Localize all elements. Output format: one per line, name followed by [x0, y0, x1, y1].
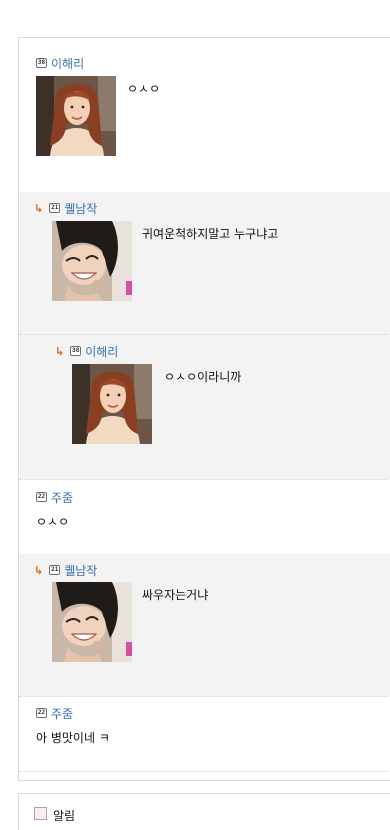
comment-text: 귀여운척하지말고 누구냐고	[142, 227, 279, 241]
comment-text: ㅇㅅㅇ	[127, 82, 161, 96]
author-name[interactable]: 주줌	[51, 489, 73, 506]
reply-arrow-icon: ↳	[55, 344, 65, 358]
comment-author[interactable]: 38 이해리	[36, 55, 84, 72]
comment-item: 38 이해리 ㅇㅅㅇ	[19, 38, 390, 192]
comment-text: 싸우자는거냐	[142, 588, 209, 602]
comment-author[interactable]: ↳ 38 이해리	[55, 343, 118, 360]
avatar	[36, 76, 116, 156]
reply-arrow-icon: ↳	[34, 563, 44, 577]
checkbox-icon[interactable]	[34, 807, 47, 820]
comment-author[interactable]: 22 주줌	[36, 705, 73, 722]
comment-item: ↳ 21 퀠남작 귀여운척하지말고 누구냐고	[19, 192, 390, 335]
comment-author[interactable]: ↳ 21 퀠남작	[34, 200, 97, 217]
level-badge-icon: 38	[70, 346, 82, 356]
comment-author[interactable]: 22 주줌	[36, 489, 73, 506]
comment-author[interactable]: ↳ 21 퀠남작	[34, 562, 97, 579]
author-name[interactable]: 이해리	[51, 55, 84, 72]
level-badge-icon: 21	[49, 203, 61, 213]
author-name[interactable]: 주줌	[51, 705, 73, 722]
comment-footer: 알림	[18, 793, 390, 830]
notify-label[interactable]: 알림	[53, 807, 75, 824]
level-badge-icon: 22	[36, 492, 47, 502]
avatar	[72, 364, 152, 444]
comment-text: ㅇㅅㅇ	[36, 515, 70, 529]
comment-text: ㅇㅅㅇ이라니까	[164, 370, 242, 384]
comment-item: ↳ 21 퀠남작 싸우자는거냐	[19, 554, 390, 696]
comment-item: 22 주줌 아 병맛이네 ㅋ	[19, 697, 390, 771]
comment-item: 22 주줌 ㅇㅅㅇ	[19, 480, 390, 554]
level-badge-icon: 21	[49, 565, 61, 575]
level-badge-icon: 38	[36, 58, 47, 68]
author-name[interactable]: 퀠남작	[64, 200, 97, 217]
author-name[interactable]: 퀠남작	[64, 562, 97, 579]
comment-text: 아 병맛이네 ㅋ	[36, 731, 110, 745]
comment-item: ↳ 38 이해리 ㅇㅅㅇ이라니까	[19, 335, 390, 479]
comment-panel: 38 이해리 ㅇㅅㅇ ↳ 21 퀠남작 귀여운척하지말고 누구냐고 ↳ 38 이…	[18, 37, 390, 781]
level-badge-icon: 22	[36, 708, 47, 718]
divider	[19, 771, 390, 772]
avatar	[52, 582, 132, 662]
reply-arrow-icon: ↳	[34, 201, 44, 215]
avatar	[52, 221, 132, 301]
author-name[interactable]: 이해리	[85, 343, 118, 360]
